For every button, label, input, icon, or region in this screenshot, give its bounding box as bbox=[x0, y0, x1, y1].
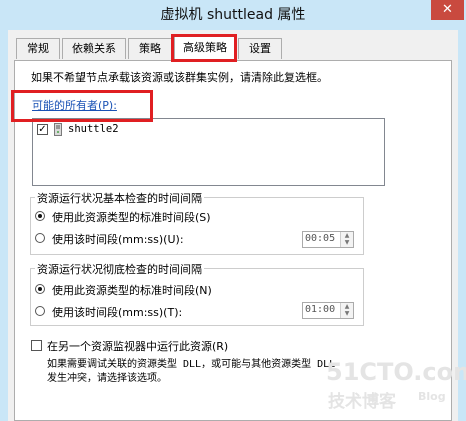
active-tab-highlight bbox=[171, 34, 237, 62]
possible-owners-highlight bbox=[11, 90, 153, 122]
watermark-blog-cn: 技术博客 bbox=[328, 392, 396, 412]
spin-down-icon[interactable]: ▼ bbox=[341, 310, 353, 317]
basic-check-legend: 资源运行状况基本检查的时间间隔 bbox=[35, 190, 204, 206]
tab-general[interactable]: 常规 bbox=[16, 38, 60, 59]
watermark-site: 51CTO.com bbox=[326, 358, 466, 386]
basic-custom-label[interactable]: 使用该时间段(mm:ss)(U): bbox=[52, 231, 184, 247]
thorough-custom-radio[interactable] bbox=[35, 306, 45, 316]
owner-checkbox[interactable]: ✓ bbox=[37, 124, 48, 135]
basic-interval-spinner[interactable]: 00:05 ▲ ▼ bbox=[302, 231, 354, 248]
server-node-icon bbox=[54, 123, 62, 136]
basic-interval-value[interactable]: 00:05 bbox=[305, 233, 335, 244]
owner-name: shuttle2 bbox=[68, 123, 119, 135]
thorough-standard-label[interactable]: 使用此资源类型的标准时间段(N) bbox=[52, 282, 212, 298]
basic-standard-radio[interactable] bbox=[35, 211, 45, 221]
thorough-check-legend: 资源运行状况彻底检查的时间间隔 bbox=[35, 261, 204, 277]
basic-standard-label[interactable]: 使用此资源类型的标准时间段(S) bbox=[52, 209, 211, 225]
watermark-blog-en: Blog bbox=[418, 390, 446, 403]
tab-dependencies[interactable]: 依赖关系 bbox=[62, 38, 126, 59]
spin-up-icon[interactable]: ▲ bbox=[341, 232, 353, 239]
window-title: 虚拟机 shuttlead 属性 bbox=[160, 7, 306, 23]
separate-monitor-description-1: 如果需要调试关联的资源类型 DLL，或可能与其他资源类型 DLL bbox=[47, 359, 336, 370]
instruction-text: 如果不希望节点承载该资源或该群集实例，请清除此复选框。 bbox=[31, 71, 328, 84]
separate-monitor-description-2: 发生冲突，请选择该选项。 bbox=[47, 373, 167, 384]
thorough-interval-spinner[interactable]: 01:00 ▲ ▼ bbox=[302, 302, 354, 319]
list-item[interactable]: ✓ shuttle2 bbox=[37, 123, 237, 137]
spin-up-icon[interactable]: ▲ bbox=[341, 303, 353, 310]
separate-monitor-label[interactable]: 在另一个资源监视器中运行此资源(R) bbox=[47, 338, 228, 354]
spin-down-icon[interactable]: ▼ bbox=[341, 239, 353, 246]
spinner-buttons: ▲ ▼ bbox=[340, 303, 353, 318]
thorough-standard-radio[interactable] bbox=[35, 284, 45, 294]
close-button[interactable]: ✕ bbox=[431, 0, 464, 20]
tab-policies[interactable]: 策略 bbox=[128, 38, 172, 59]
separate-monitor-checkbox[interactable] bbox=[31, 340, 42, 351]
window-frame-left bbox=[0, 30, 8, 421]
spinner-buttons: ▲ ▼ bbox=[340, 232, 353, 247]
tab-settings[interactable]: 设置 bbox=[238, 38, 282, 59]
thorough-custom-label[interactable]: 使用该时间段(mm:ss)(T): bbox=[52, 304, 182, 320]
basic-custom-radio[interactable] bbox=[35, 233, 45, 243]
thorough-interval-value[interactable]: 01:00 bbox=[305, 304, 335, 315]
